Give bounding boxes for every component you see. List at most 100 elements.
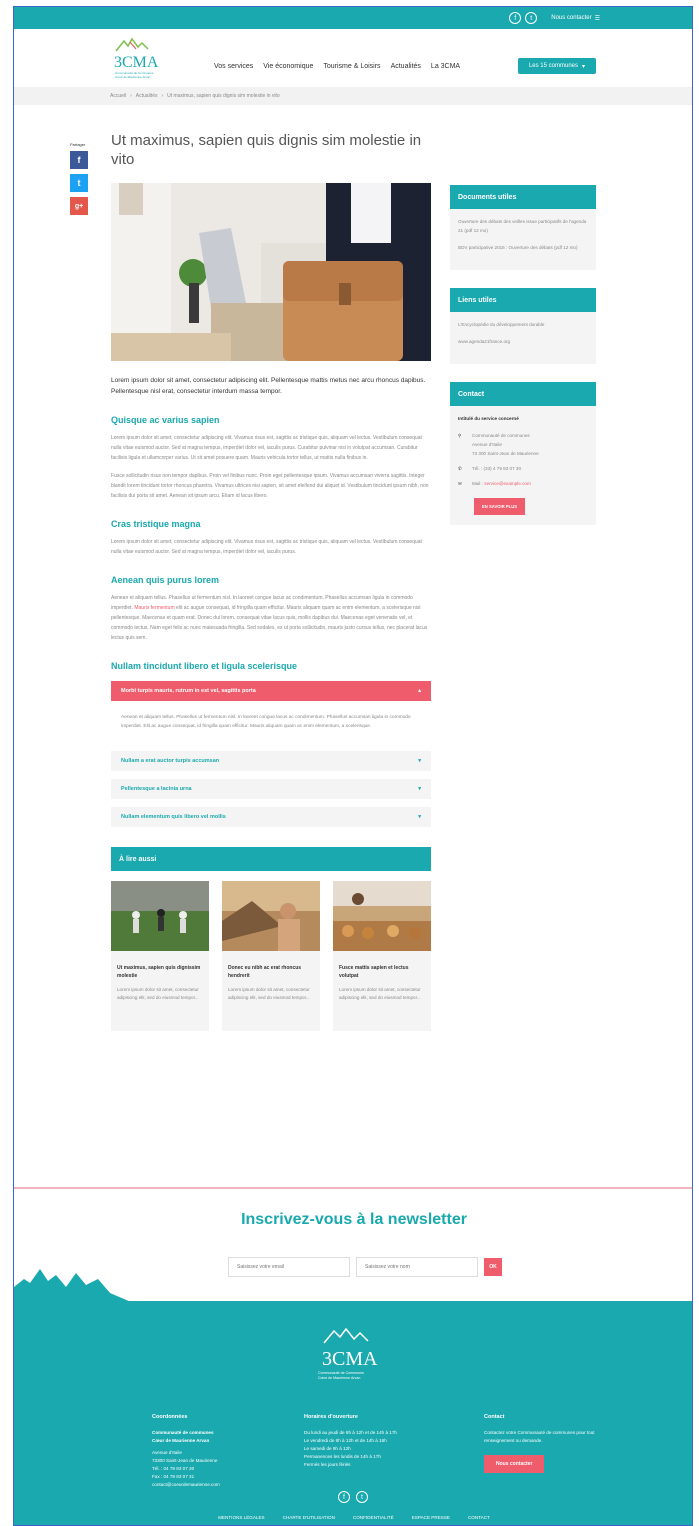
share-twitter-icon[interactable]: t — [70, 174, 88, 192]
footer-logo-text: 3CMA — [322, 1348, 378, 1370]
section-heading: Quisque ac varius sapien — [111, 415, 220, 425]
contact-address-row: ⚲ Communauté de communes Avenue d'Italie… — [458, 431, 588, 458]
footer-hours: Horaires d'ouverture Du lundi au jeudi d… — [304, 1413, 434, 1469]
footer-logo[interactable]: 3CMA Communauté de Communes Cœur de Maur… — [314, 1325, 394, 1385]
related-card[interactable]: Fusce mattis sapien et lectus volutpat L… — [333, 881, 431, 1031]
breadcrumb-current: Ut maximus, sapien quis dignis sim moles… — [167, 93, 280, 99]
card-text: Lorem ipsum dolor sit amet, consectetur … — [228, 987, 310, 1000]
article-lead: Lorem ipsum dolor sit amet, consectetur … — [111, 377, 426, 395]
svg-text:Cœur de Maurienne Arvan: Cœur de Maurienne Arvan — [318, 1376, 360, 1380]
footer-links: MENTIONS LÉGALES CHARTE D'UTILISATION CO… — [14, 1515, 692, 1520]
accordion-item[interactable]: Nullam a erat auctor turpis accumsan ▾ — [111, 751, 431, 771]
footer-social: f t — [338, 1491, 368, 1503]
page-frame: f t Nous contacter ☰ 3CMA Communauté de … — [13, 6, 693, 1526]
article: Ut maximus, sapien quis dignis sim moles… — [111, 131, 431, 1031]
footer-divider — [14, 1187, 692, 1189]
accordion-body: Aenean et aliquam tellus. Phasellus ut f… — [121, 715, 411, 729]
nav-vos-services[interactable]: Vos services — [214, 63, 253, 70]
footer-heading: Contact — [484, 1414, 505, 1420]
breadcrumb-separator-icon: › — [130, 93, 132, 99]
site-logo[interactable]: 3CMA Communauté de Communes Cœur de Maur… — [112, 37, 168, 79]
top-contact-label: Nous contacter — [551, 15, 592, 21]
footer-coordinates: Coordonnées Communauté de communes Cœur … — [152, 1413, 262, 1489]
related-heading: À lire aussi — [111, 847, 431, 871]
accordion-title: Nullam a erat auctor turpis accumsan — [121, 758, 220, 764]
footer-coord-name: Communauté de communes Cœur de Maurienne… — [152, 1430, 214, 1443]
breadcrumb-home[interactable]: Accueil — [110, 93, 126, 99]
accordion-title: Nullam elementum quis libero vel mollis — [121, 814, 226, 820]
footer-contact-text: Contactez votre Communauté de communes p… — [484, 1430, 595, 1443]
contact-address: Communauté de communes Avenue d'Italie 7… — [472, 433, 539, 456]
footer-link-contact[interactable]: CONTACT — [468, 1515, 490, 1520]
contact-mail-label: Mail : — [472, 481, 485, 486]
contact-service: Intitulé du service concerné — [458, 416, 519, 421]
communes-button[interactable]: Les 15 communes ▾ — [518, 58, 596, 74]
footer-link-legal[interactable]: MENTIONS LÉGALES — [218, 1515, 264, 1520]
card-text: Lorem ipsum dolor sit amet, consectetur … — [339, 987, 421, 1000]
widget-body: Ouverture des débats des veilles issue p… — [450, 209, 596, 270]
contact-mail-link[interactable]: service@example.com — [484, 481, 531, 486]
card-image — [111, 881, 209, 951]
communes-label: Les 15 communes — [528, 63, 578, 69]
related-card[interactable]: Donec eu nibh ac erat rhoncus hendrerit … — [222, 881, 320, 1031]
newsletter-title: Inscrivez-vous à la newsletter — [241, 1211, 467, 1228]
footer-contact-button[interactable]: Nous contacter — [484, 1455, 545, 1473]
card-text: Lorem ipsum dolor sit amet, consectetur … — [117, 987, 199, 1000]
nav-la-3cma[interactable]: La 3CMA — [431, 63, 460, 70]
nav-actualites[interactable]: Actualités — [391, 63, 421, 70]
card-image — [222, 881, 320, 951]
location-pin-icon: ⚲ — [458, 433, 462, 438]
top-bar: f t Nous contacter ☰ — [14, 7, 692, 29]
nav-vie-economique[interactable]: Vie économique — [263, 63, 313, 70]
contact-mail-row: ✉ Mail : service@example.com — [458, 479, 588, 488]
document-link[interactable]: BDV participative 2016 : Ouverture des d… — [458, 243, 588, 252]
widget-body: L'Encyclopédie du développement durable … — [450, 312, 596, 364]
facebook-icon[interactable]: f — [509, 12, 522, 24]
accordion-item[interactable]: Pellentesque a lacinia urna ▾ — [111, 779, 431, 799]
useful-link[interactable]: www.agenda21france.org — [458, 337, 588, 346]
hero-image — [111, 183, 431, 361]
inline-link[interactable]: Mauris fermentum — [134, 605, 174, 611]
links-widget: Liens utiles L'Encyclopédie du développe… — [450, 288, 596, 364]
accordion-title: Pellentesque a lacinia urna — [121, 786, 192, 792]
footer-heading: Horaires d'ouverture — [304, 1414, 358, 1420]
card-title: Donec eu nibh ac erat rhoncus hendrerit — [228, 965, 302, 979]
related-card[interactable]: Ut maximus, sapien quis dignissim molest… — [111, 881, 209, 1031]
accordion-open-header[interactable]: Morbi turpis mauris, rutrum in est vel, … — [111, 681, 431, 701]
top-contact-link[interactable]: Nous contacter ☰ — [551, 15, 600, 22]
breadcrumb-actualites[interactable]: Actualités — [136, 93, 158, 99]
section-heading: Cras tristique magna — [111, 519, 201, 529]
document-link[interactable]: Ouverture des débats des veilles issue p… — [458, 217, 588, 235]
card-title: Ut maximus, sapien quis dignissim molest… — [117, 965, 201, 979]
footer-coord-lines: Avenue d'Italie 73300 Saint-Jean de Maur… — [152, 1450, 220, 1487]
logo-text: 3CMA — [114, 54, 159, 71]
facebook-icon[interactable]: f — [338, 1491, 350, 1503]
documents-widget: Documents utiles Ouverture des débats de… — [450, 185, 596, 270]
section-paragraph: Aenean et aliquam tellus. Phasellus ut f… — [111, 593, 431, 643]
widget-body: Intitulé du service concerné ⚲ Communaut… — [450, 406, 596, 525]
footer-heading: Coordonnées — [152, 1414, 188, 1420]
widget-title: Liens utiles — [450, 288, 596, 312]
useful-link[interactable]: L'Encyclopédie du développement durable — [458, 320, 588, 329]
footer: 3CMA Communauté de Communes Cœur de Maur… — [14, 1301, 692, 1525]
share-google-plus-icon[interactable]: g+ — [70, 197, 88, 215]
sidebar: Documents utiles Ouverture des débats de… — [450, 185, 596, 543]
accordion-title: Morbi turpis mauris, rutrum in est vel, … — [121, 688, 256, 694]
accordion-item[interactable]: Nullam elementum quis libero vel mollis … — [111, 807, 431, 827]
twitter-icon[interactable]: t — [356, 1491, 368, 1503]
chevron-down-icon: ▾ — [418, 758, 421, 764]
nav-tourisme-loisirs[interactable]: Tourisme & Loisirs — [323, 63, 380, 70]
footer-link-charter[interactable]: CHARTE D'UTILISATION — [283, 1515, 335, 1520]
footer-link-privacy[interactable]: CONFIDENTIALITÉ — [353, 1515, 394, 1520]
chevron-down-icon: ▾ — [582, 63, 586, 70]
widget-title: Documents utiles — [450, 185, 596, 209]
footer-link-press[interactable]: ESPACE PRESSE — [412, 1515, 450, 1520]
related-cards: Ut maximus, sapien quis dignissim molest… — [111, 881, 431, 1031]
header: 3CMA Communauté de Communes Cœur de Maur… — [14, 29, 692, 87]
share-facebook-icon[interactable]: f — [70, 151, 88, 169]
twitter-icon[interactable]: t — [525, 12, 538, 24]
contact-tel-row: ✆ Tél. : (33) 4 79 83 07 30 — [458, 464, 588, 473]
section-heading: Nullam tincidunt libero et ligula sceler… — [111, 661, 298, 671]
page-title: Ut maximus, sapien quis dignis sim moles… — [111, 132, 422, 168]
learn-more-button[interactable]: EN SAVOIR PLUS — [474, 498, 526, 515]
